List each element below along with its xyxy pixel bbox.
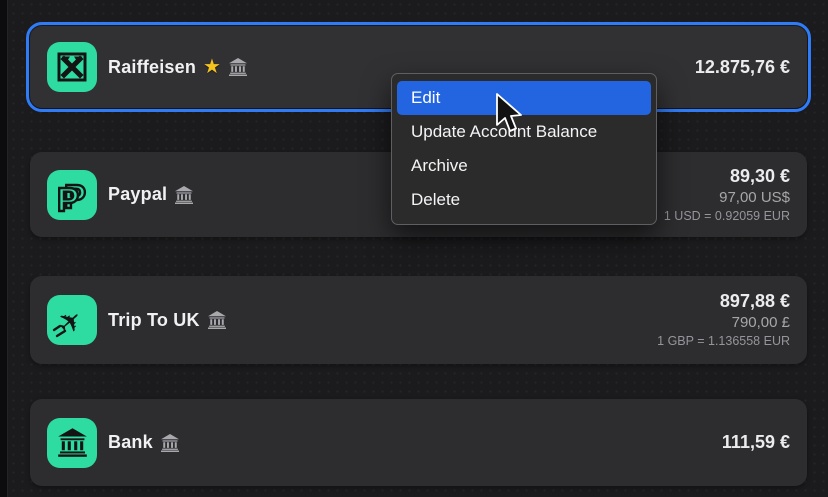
exchange-rate: 1 USD = 0.92059 EUR [663,208,790,223]
balance-primary: 111,59 € [721,432,790,452]
account-row-trip-to-uk[interactable]: ✈ Trip To UK 897,88 € 790,00 £ 1 GBP = 1… [30,276,807,364]
account-name: Trip To UK [108,309,200,330]
balance-secondary: 97,00 US$ [719,188,790,206]
balance-primary: 12.875,76 € [694,56,790,77]
account-row-bank[interactable]: Bank 111,59 € [30,399,807,486]
menu-item-delete[interactable]: Delete [397,183,651,217]
raiffeisen-logo-icon [47,42,97,92]
bank-building-icon [174,185,194,204]
context-menu: Edit Update Account Balance Archive Dele… [391,73,657,225]
account-name: Paypal [108,184,168,204]
balance-secondary: 790,00 £ [731,314,790,331]
svg-text:✈: ✈ [50,301,91,343]
paypal-logo-icon: P P [47,169,97,220]
balance-primary: 89,30 € [729,165,790,186]
airplane-icon: ✈ [47,295,97,345]
bank-building-logo-icon [47,417,97,468]
bank-building-icon [160,433,180,452]
svg-text:P: P [57,181,79,218]
account-name: Bank [108,432,153,452]
accounts-list-screen: Raiffeisen ★ 12.875,76 € P P Paypal 89,3… [0,0,828,497]
account-name: Raiffeisen [108,56,197,77]
bank-building-icon [207,311,227,329]
menu-item-update-account-balance[interactable]: Update Account Balance [397,115,651,149]
menu-item-archive[interactable]: Archive [397,149,651,183]
bank-building-icon [228,58,248,76]
menu-item-edit[interactable]: Edit [397,81,651,115]
favorite-star-icon: ★ [203,56,221,78]
balance-primary: 897,88 € [719,291,790,311]
exchange-rate: 1 GBP = 1.136558 EUR [657,334,790,348]
window-left-edge [0,0,8,497]
